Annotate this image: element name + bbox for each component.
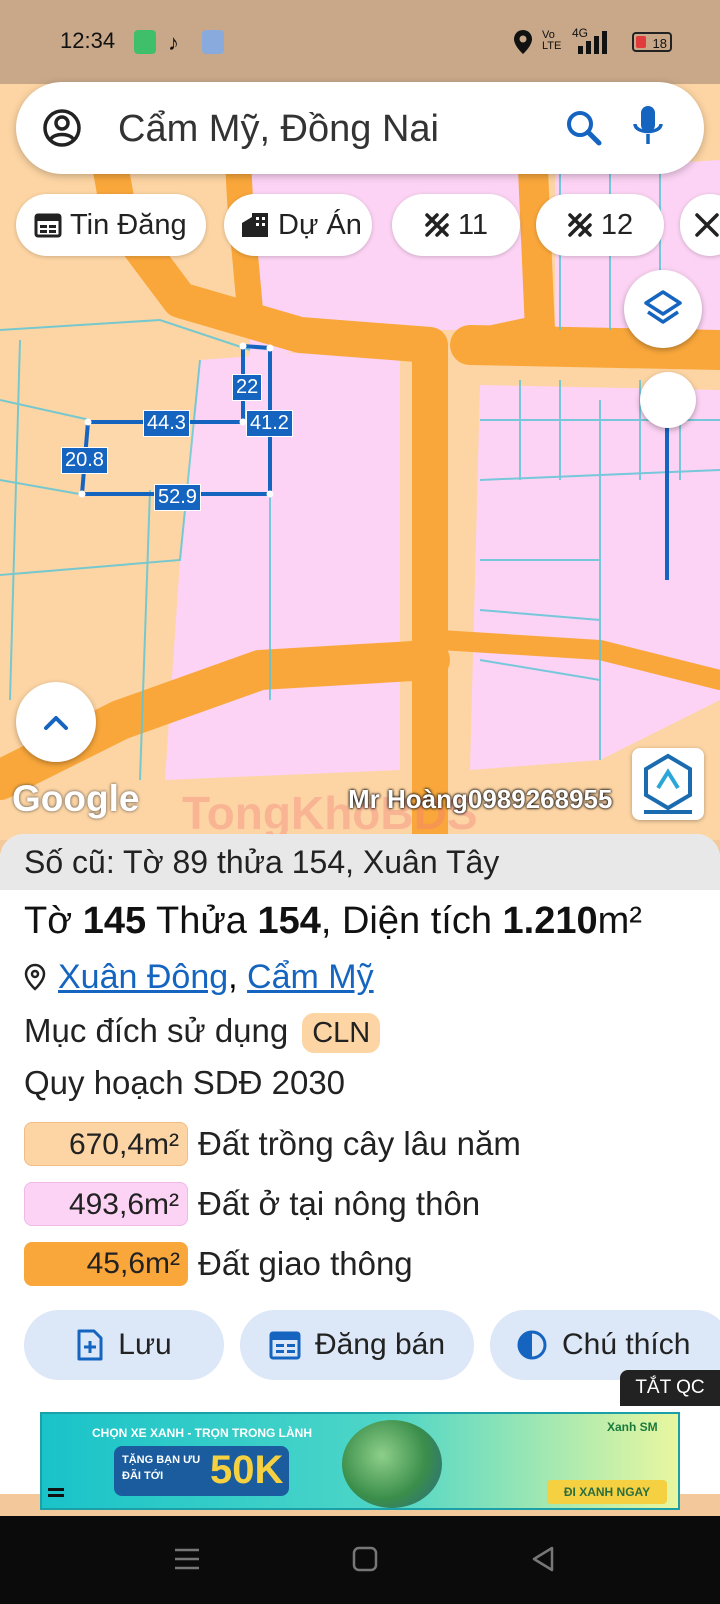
edge-length-label: 41.2 <box>246 410 293 437</box>
zone-row: 670,4m² Đất trồng cây lâu năm <box>24 1120 521 1168</box>
microphone-icon[interactable] <box>630 104 666 150</box>
add-file-icon <box>77 1329 103 1361</box>
parcel-title: Tờ 145 Thửa 154, Diện tích 1.210m² <box>24 900 642 943</box>
edge-length-label: 44.3 <box>143 410 190 437</box>
tiktok-icon: ♪ <box>168 30 179 55</box>
land-use-purpose: Mục đích sử dụng CLN <box>24 1012 381 1053</box>
location-separator: , <box>228 958 248 996</box>
zoom-slider-thumb[interactable] <box>640 372 696 428</box>
pattern-icon <box>425 213 449 237</box>
google-logo: Google <box>12 778 140 819</box>
edge-length-label: 22 <box>232 374 263 401</box>
chip-label: Tin Đăng <box>70 208 187 241</box>
pattern-icon <box>695 213 719 237</box>
purpose-badge: CLN <box>302 1013 381 1053</box>
hide-ads-button[interactable]: TẮT QC <box>620 1370 720 1406</box>
chip-projects[interactable]: Dự Án <box>224 194 372 256</box>
partner-logo-icon <box>644 753 692 814</box>
chip-label: 11 <box>457 208 489 241</box>
zoom-slider-track[interactable] <box>665 410 669 580</box>
search-bar[interactable]: Cẩm Mỹ, Đồng Nai <box>16 82 704 174</box>
zone-area: 493,6m² <box>24 1182 188 1226</box>
plan-title: Quy hoạch SDĐ 2030 <box>24 1064 346 1101</box>
purpose-label: Mục đích sử dụng <box>24 1012 289 1049</box>
plot-number: 154 <box>257 900 321 942</box>
plot-prefix: Thửa <box>146 900 258 942</box>
zone-row: 45,6m² Đất giao thông <box>24 1240 413 1288</box>
status-time: 12:34 <box>60 28 116 53</box>
pin-icon <box>24 963 46 991</box>
chevron-up-icon <box>44 716 68 730</box>
old-parcel-label: Số cũ: Tờ 89 thửa 154, Xuân Tây <box>0 834 720 890</box>
chip-label: Dự Án <box>278 208 362 241</box>
zone-area: 45,6m² <box>24 1242 188 1286</box>
zone-label: Đất trồng cây lâu năm <box>198 1125 521 1162</box>
ad-brand: Xanh SM <box>607 1420 658 1434</box>
pattern-icon <box>568 213 592 237</box>
chip-label: 12 <box>600 208 634 241</box>
ward-link[interactable]: Xuân Đông <box>58 958 228 996</box>
globe-image <box>342 1420 442 1508</box>
ad-title: CHỌN XE XANH - TRỌN TRONG LÀNH <box>92 1426 312 1440</box>
zone-area: 670,4m² <box>24 1122 188 1166</box>
battery-indicator: 18 <box>632 32 672 52</box>
layers-button[interactable] <box>624 270 702 348</box>
chip-listings[interactable]: Tin Đăng <box>16 194 206 256</box>
ad-cta: ĐI XANH NGAY <box>547 1480 667 1504</box>
search-icon[interactable] <box>564 108 604 148</box>
app-notification-icon <box>134 30 156 54</box>
zone-row: 493,6m² Đất ở tại nông thôn <box>24 1180 480 1228</box>
building-icon <box>242 213 268 237</box>
battery-level <box>636 36 646 48</box>
calendar-icon <box>34 213 62 238</box>
location-icon <box>514 30 532 54</box>
area-prefix: , Diện tích <box>320 900 503 942</box>
account-icon[interactable] <box>42 108 82 148</box>
battery-percent: 18 <box>652 36 667 51</box>
ad-menu-icon <box>48 1488 64 1491</box>
recent-apps-icon[interactable] <box>172 1544 202 1574</box>
post-sale-button[interactable]: Đăng bán <box>240 1310 474 1380</box>
district-link[interactable]: Cẩm Mỹ <box>247 958 374 996</box>
partner-logo[interactable] <box>632 748 704 820</box>
search-input[interactable]: Cẩm Mỹ, Đồng Nai <box>118 108 439 151</box>
save-button[interactable]: Lưu <box>24 1310 224 1380</box>
zone-label: Đất ở tại nông thôn <box>198 1185 481 1222</box>
calendar-icon <box>269 1331 301 1360</box>
sheet-prefix: Tờ <box>24 900 83 942</box>
post-sale-label: Đăng bán <box>314 1328 446 1361</box>
back-icon[interactable] <box>528 1544 558 1574</box>
edge-length-label: 52.9 <box>154 484 201 511</box>
save-label: Lưu <box>118 1328 172 1361</box>
tiktok-lite-icon <box>202 30 224 54</box>
ad-amount: 50K <box>210 1448 284 1492</box>
status-bar: 12:34 ♪ Vo LTE 4G 18 <box>0 0 720 84</box>
ad-subtitle: TẶNG BẠN ƯU ĐÃI TỚI <box>122 1454 201 1482</box>
legend-label: Chú thích <box>562 1328 691 1361</box>
area-unit: m² <box>597 900 642 942</box>
contrast-icon <box>517 1330 547 1360</box>
parcel-location: Xuân Đông, Cẩm Mỹ <box>24 958 374 997</box>
layers-icon <box>644 290 682 324</box>
contact-overlay: Mr Hoàng0989268955 <box>348 784 613 814</box>
signal-icon <box>578 31 607 54</box>
home-icon[interactable] <box>350 1544 380 1574</box>
zone-label: Đất giao thông <box>198 1245 413 1282</box>
area-value: 1.210 <box>502 900 598 942</box>
ad-banner[interactable]: CHỌN XE XANH - TRỌN TRONG LÀNH TẶNG BẠN … <box>40 1412 680 1510</box>
edge-length-label: 20.8 <box>61 447 108 474</box>
chip-zone-11[interactable]: 11 <box>392 194 520 256</box>
expand-panel-button[interactable] <box>16 682 96 762</box>
volte-indicator: Vo LTE <box>542 29 562 52</box>
sheet-number: 145 <box>82 900 147 942</box>
chip-zone-12[interactable]: 12 <box>536 194 664 256</box>
